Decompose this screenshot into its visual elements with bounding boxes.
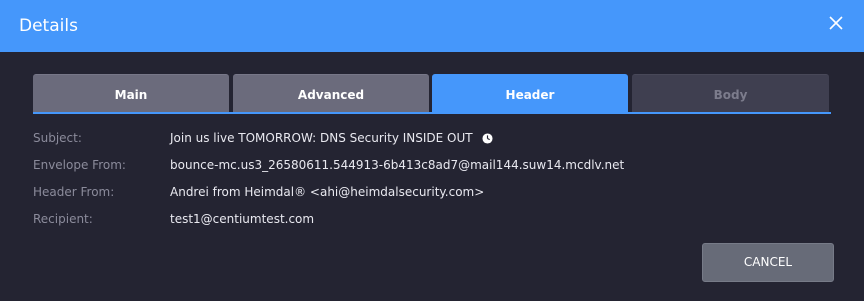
header-fields: Subject: Join us live TOMORROW: DNS Secu… <box>33 131 833 239</box>
envelope-from-value: bounce-mc.us3_26580611.544913-6b413c8ad7… <box>170 158 625 172</box>
header-from-row: Header From: Andrei from Heimdal® <ahi@h… <box>33 185 833 212</box>
tab-advanced[interactable]: Advanced <box>233 74 429 112</box>
subject-row: Subject: Join us live TOMORROW: DNS Secu… <box>33 131 833 158</box>
header-from-label: Header From: <box>33 185 115 199</box>
tab-main[interactable]: Main <box>33 74 229 112</box>
dialog-title: Details <box>19 16 78 36</box>
recipient-value: test1@centiumtest.com <box>170 212 315 226</box>
tab-bar: Main Advanced Header Body <box>33 74 831 114</box>
tab-header[interactable]: Header <box>432 74 628 112</box>
subject-value-wrap: Join us live TOMORROW: DNS Security INSI… <box>170 131 493 145</box>
subject-label: Subject: <box>33 131 82 145</box>
recipient-row: Recipient: test1@centiumtest.com <box>33 212 833 239</box>
cancel-button[interactable]: CANCEL <box>702 243 834 282</box>
envelope-from-label: Envelope From: <box>33 158 126 172</box>
subject-value: Join us live TOMORROW: DNS Security INSI… <box>170 131 473 145</box>
tab-body: Body <box>632 74 829 112</box>
header-from-value: Andrei from Heimdal® <ahi@heimdalsecurit… <box>170 185 485 199</box>
recipient-label: Recipient: <box>33 212 93 226</box>
clock-icon <box>482 133 493 144</box>
dialog-header: Details <box>0 0 864 52</box>
close-icon[interactable] <box>828 15 844 31</box>
details-dialog: Details Main Advanced Header Body Subjec… <box>0 0 864 301</box>
envelope-from-row: Envelope From: bounce-mc.us3_26580611.54… <box>33 158 833 185</box>
